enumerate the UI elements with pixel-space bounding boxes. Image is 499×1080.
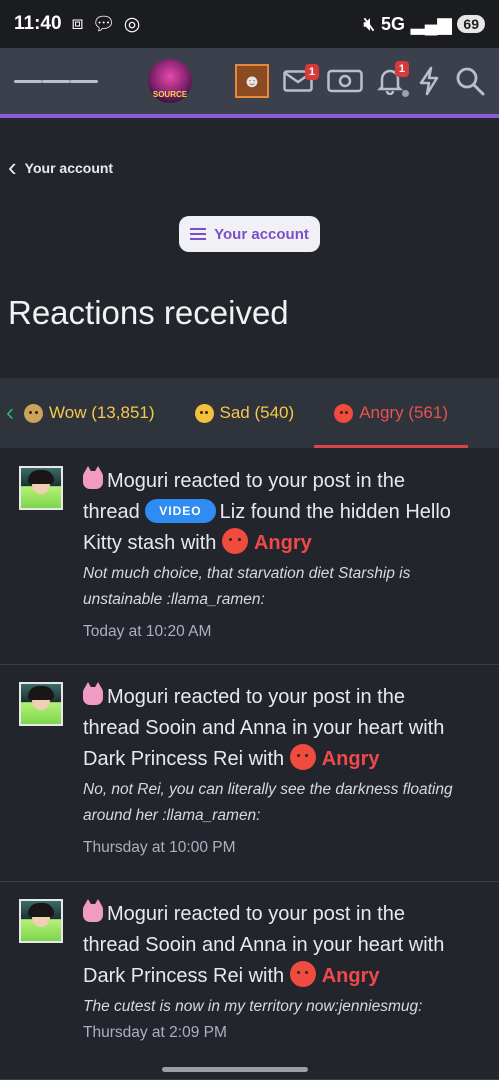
battery-indicator: 69 <box>457 15 485 33</box>
cat-icon <box>83 682 103 705</box>
comment-line-2: around her :llama_ramen: <box>83 807 261 824</box>
wow-emoji-icon <box>24 403 43 423</box>
home-indicator[interactable] <box>162 1067 308 1072</box>
header-actions: ☻ 1 1 <box>235 61 485 98</box>
breadcrumb[interactable]: ‹ Your account <box>8 152 113 183</box>
item-line-1: Moguri reacted to your post in the <box>83 682 483 713</box>
status-right: 🔇︎ 5G ▂▄▆ 69 <box>364 14 485 35</box>
tab-angry[interactable]: Angry (561) <box>314 378 468 448</box>
comment-line-1: The cutest is now in my territory now:je… <box>83 998 423 1015</box>
avatar[interactable] <box>19 466 63 510</box>
avatar[interactable] <box>19 682 63 726</box>
item-line-3: Kitty stash with Angry <box>83 528 483 559</box>
comment-line-2: unstainable :llama_ramen: <box>83 591 265 608</box>
video-badge: VIDEO <box>145 499 216 523</box>
inbox-button[interactable]: 1 <box>283 64 319 92</box>
angry-emoji-icon <box>289 961 316 987</box>
list-item[interactable]: Moguri reacted to your post in the threa… <box>0 448 499 665</box>
thread-title-cont[interactable]: Dark Princess Rei with <box>83 748 284 770</box>
tab-sad-label: Sad (540) <box>219 403 295 422</box>
item-line-1: Moguri reacted to your post in the <box>83 466 483 497</box>
item-line-2[interactable]: thread Sooin and Anna in your heart with <box>83 930 483 961</box>
status-bar: 11:40 ⧈ 💬︎ ◎ 🔇︎ 5G ▂▄▆ 69 <box>0 0 499 48</box>
inbox-badge: 1 <box>304 64 319 80</box>
avatar[interactable] <box>19 899 63 943</box>
thread-title-cont[interactable]: Kitty stash with <box>83 532 216 554</box>
network-label: 5G <box>380 13 405 34</box>
comment-snippet: The cutest is now in my territory now:je… <box>83 994 483 1020</box>
item-line-3: Dark Princess Rei with Angry <box>83 744 483 775</box>
timestamp[interactable]: Thursday at 10:00 PM <box>83 839 483 857</box>
tab-angry-label: Angry (561) <box>359 403 449 422</box>
lightning-icon <box>419 66 439 96</box>
user-avatar[interactable]: ☻ <box>235 64 269 98</box>
reaction-list: Moguri reacted to your post in the threa… <box>0 448 499 1080</box>
money-icon <box>327 69 363 93</box>
item-user-text[interactable]: Moguri reacted to your post in the <box>107 470 405 492</box>
item-line-3: Dark Princess Rei with Angry <box>83 961 483 992</box>
search-button[interactable] <box>455 66 485 96</box>
timestamp[interactable]: Today at 10:20 AM <box>83 623 483 641</box>
item-line-2[interactable]: thread Sooin and Anna in your heart with <box>83 713 483 744</box>
status-time: 11:40 <box>14 13 62 34</box>
alerts-badge: 1 <box>394 61 409 77</box>
reaction-tabs: ‹ Wow (13,851) Sad (540) Angry (561) <box>0 378 499 448</box>
sad-emoji-icon <box>194 403 214 423</box>
list-item[interactable]: Moguri reacted to your post in the threa… <box>0 882 499 1080</box>
item-line-1: Moguri reacted to your post in the <box>83 899 483 930</box>
cat-icon <box>83 466 103 489</box>
location-icon: ◎ <box>123 13 141 35</box>
online-dot <box>402 90 409 97</box>
comment-line-1: Not much choice, that starvation diet St… <box>83 565 411 582</box>
whats-new-button[interactable] <box>417 66 441 96</box>
tabs-scroll-left-icon[interactable]: ‹ <box>6 399 14 427</box>
item-content: Moguri reacted to your post in the threa… <box>83 466 483 641</box>
menu-icon[interactable] <box>14 75 98 88</box>
reaction-label: Angry <box>253 532 312 554</box>
breadcrumb-label: Your account <box>24 159 114 176</box>
tab-wow-label: Wow (13,851) <box>49 403 155 422</box>
tab-sad[interactable]: Sad (540) <box>175 378 315 448</box>
screenshot-icon: ⧈ <box>71 13 84 34</box>
thread-title[interactable]: Liz found the hidden Hello <box>220 501 451 523</box>
menu-lines-icon <box>190 225 207 243</box>
signal-icon: ▂▄▆ <box>410 13 452 34</box>
angry-emoji-icon <box>334 403 354 423</box>
item-content: Moguri reacted to your post in the threa… <box>83 899 483 1042</box>
item-user-text[interactable]: Moguri reacted to your post in the <box>107 903 405 925</box>
thread-title-cont[interactable]: Dark Princess Rei with <box>83 965 284 987</box>
item-user-text[interactable]: Moguri reacted to your post in the <box>107 686 405 708</box>
mute-icon: 🔇︎ <box>363 13 375 34</box>
comment-snippet: Not much choice, that starvation diet St… <box>83 561 483 613</box>
angry-emoji-icon <box>221 528 248 554</box>
reaction-label: Angry <box>321 965 380 987</box>
status-icons: ⧈ 💬︎ ◎ <box>72 12 141 36</box>
wallet-button[interactable] <box>327 69 363 93</box>
reaction-label: Angry <box>321 748 380 770</box>
your-account-label: Your account <box>214 225 309 243</box>
cat-icon <box>83 899 103 922</box>
list-item[interactable]: Moguri reacted to your post in the threa… <box>0 665 499 882</box>
comment-snippet: No, not Rei, you can literally see the d… <box>83 777 483 829</box>
site-logo[interactable]: SOURCE <box>148 59 192 103</box>
logo-text: SOURCE <box>152 90 188 99</box>
alerts-button[interactable]: 1 <box>377 61 409 97</box>
chat-icon: 💬︎ <box>91 14 116 35</box>
app-header: SOURCE ☻ 1 1 <box>0 48 499 118</box>
item-content: Moguri reacted to your post in the threa… <box>83 682 483 857</box>
tab-wow[interactable]: Wow (13,851) <box>24 378 175 448</box>
search-icon <box>456 67 485 96</box>
angry-emoji-icon <box>289 744 316 770</box>
thread-prefix: thread <box>83 501 140 523</box>
your-account-button[interactable]: Your account <box>179 216 320 252</box>
comment-line-1: No, not Rei, you can literally see the d… <box>83 781 453 798</box>
item-line-2[interactable]: thread VIDEO Liz found the hidden Hello <box>83 497 483 528</box>
timestamp[interactable]: Thursday at 2:09 PM <box>83 1024 483 1042</box>
chevron-left-icon: ‹ <box>8 152 17 182</box>
page-title: Reactions received <box>8 294 289 331</box>
